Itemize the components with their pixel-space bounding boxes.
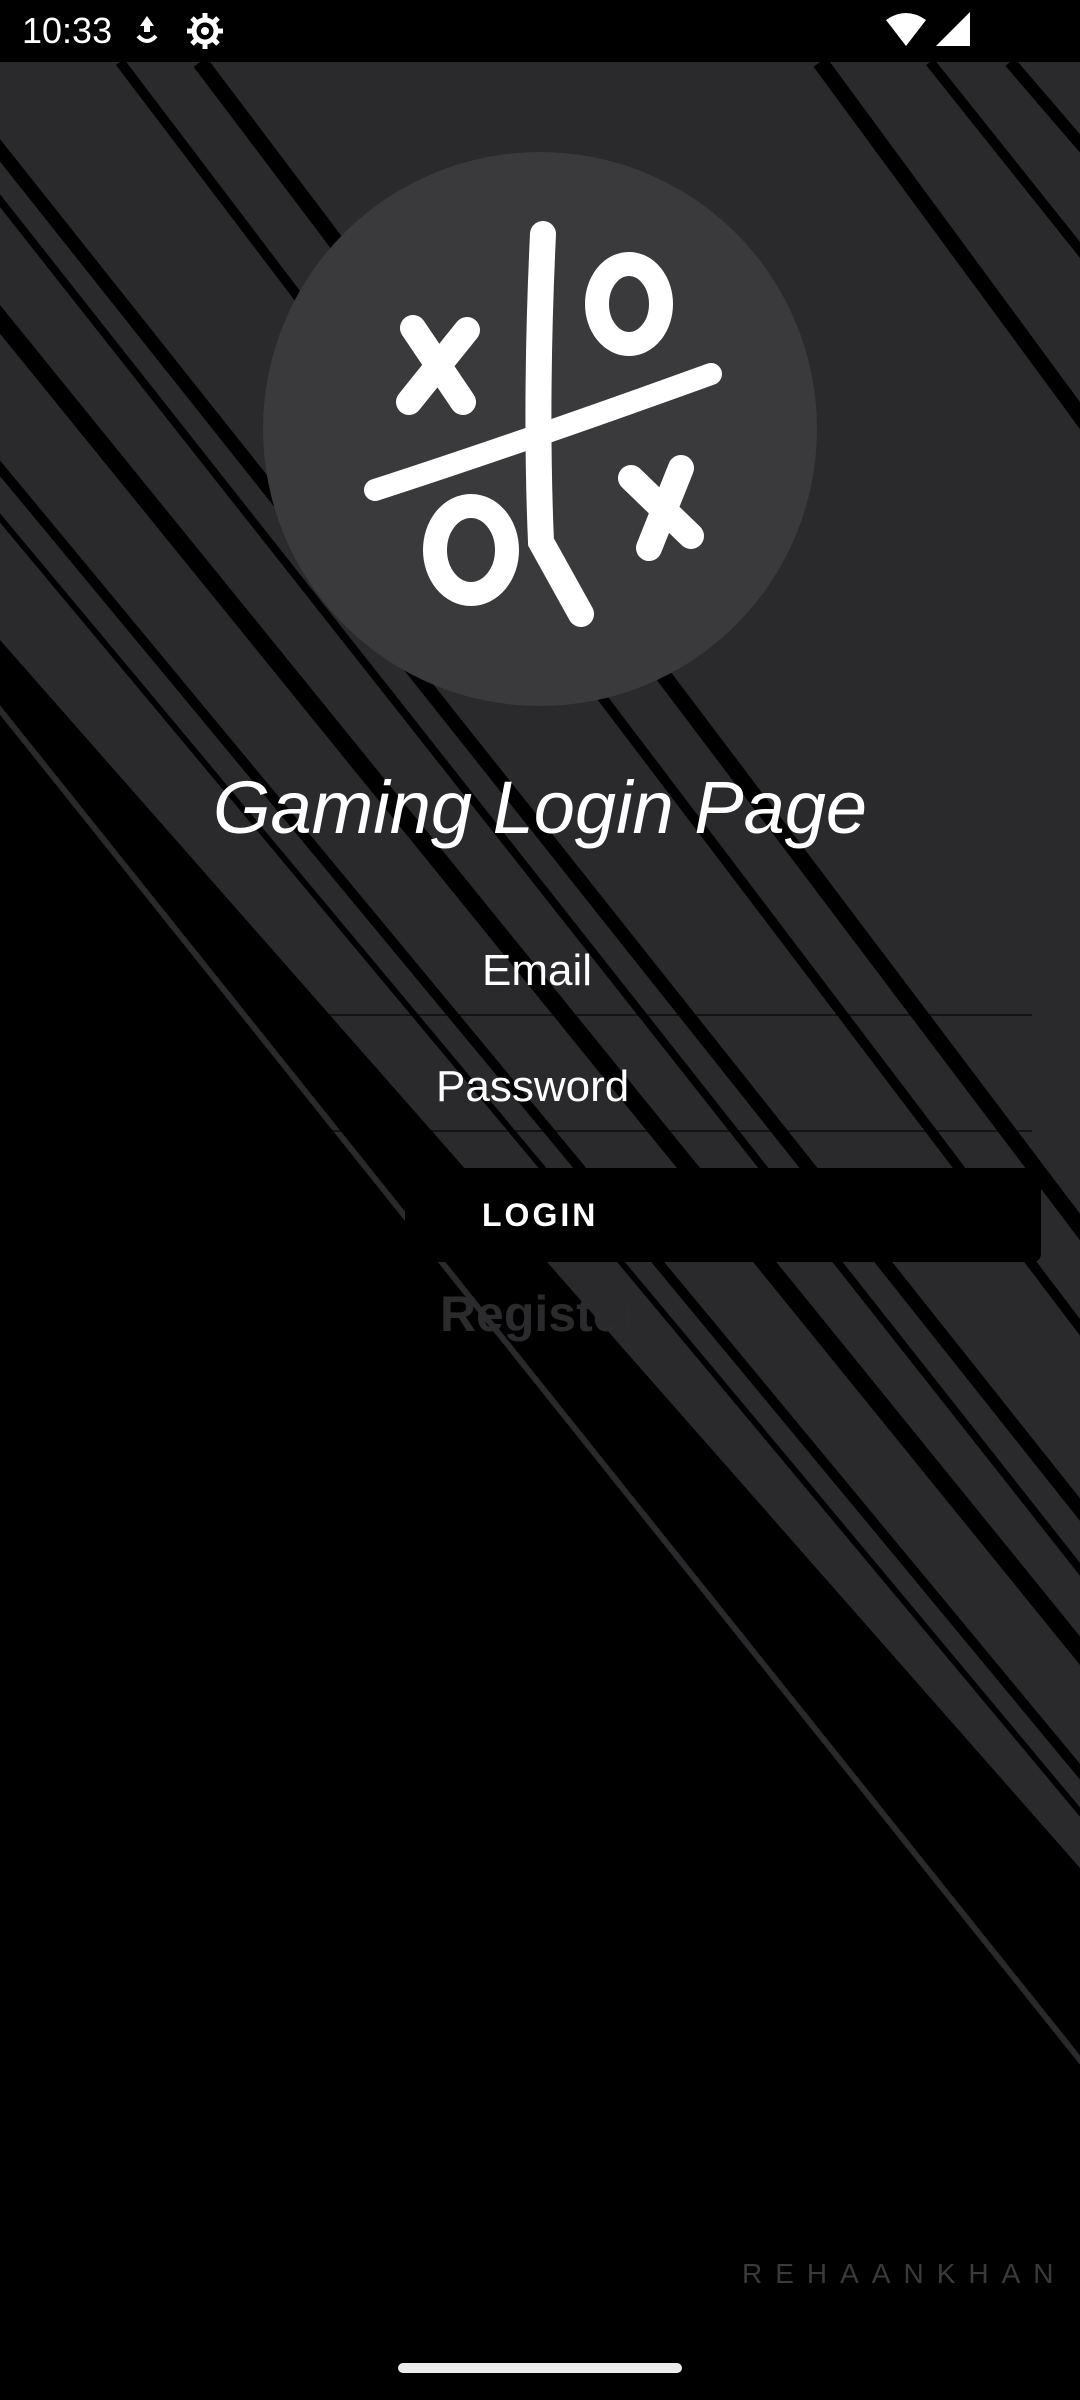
page-title: Gaming Login Page bbox=[212, 766, 868, 849]
wifi-icon bbox=[886, 13, 926, 46]
cellular-signal-icon bbox=[936, 12, 970, 46]
login-button[interactable]: LOGIN bbox=[405, 1168, 1041, 1262]
settings-gear-icon bbox=[187, 13, 223, 49]
tic-tac-toe-icon bbox=[364, 221, 722, 627]
logo-badge bbox=[263, 152, 817, 706]
email-field-container bbox=[300, 928, 1080, 1016]
password-field-container bbox=[300, 1044, 1080, 1132]
register-link[interactable]: Register bbox=[0, 1285, 1080, 1343]
watermark: REHAANKHAN bbox=[742, 2258, 1067, 2289]
status-time: 10:33 bbox=[22, 10, 113, 51]
email-field[interactable] bbox=[300, 928, 1080, 1014]
data-saver-icon bbox=[136, 16, 158, 43]
status-bar: 10:33 bbox=[0, 0, 1080, 62]
home-indicator[interactable] bbox=[398, 2363, 682, 2373]
password-field[interactable] bbox=[300, 1044, 1080, 1130]
login-screen: 10:33 Gaming Login Page Email LOGIN Regi… bbox=[0, 0, 1080, 2400]
